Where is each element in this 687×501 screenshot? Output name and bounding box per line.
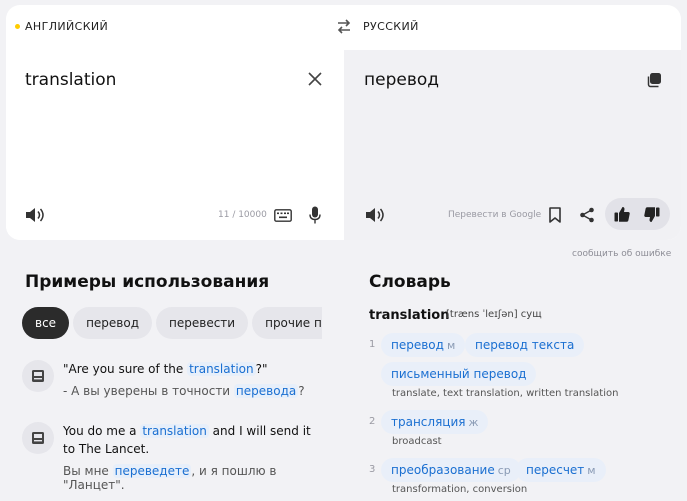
example-highlight[interactable]: translation bbox=[140, 424, 209, 438]
gender-label: м bbox=[446, 339, 456, 352]
example-english: You do me a translation and I will send … bbox=[63, 422, 325, 458]
target-pane: перевод Перевести в Google bbox=[344, 50, 681, 240]
chip-perevesti[interactable]: перевести bbox=[156, 307, 249, 339]
example-english: "Are you sure of the translation ?" bbox=[63, 360, 325, 378]
translator-card: АНГЛИЙСКИЙ РУССКИЙ translation 11 / 1000… bbox=[6, 5, 681, 240]
chip-perevod[interactable]: перевод bbox=[73, 307, 153, 339]
thumbs-down-icon bbox=[644, 207, 660, 222]
chip-all[interactable]: все bbox=[22, 307, 70, 339]
character-counter: 11 / 10000 bbox=[218, 210, 267, 220]
share-icon bbox=[580, 207, 594, 223]
translation-tag[interactable]: трансляция ж bbox=[381, 410, 489, 434]
example-highlight[interactable]: translation bbox=[187, 362, 256, 376]
language-bar: АНГЛИЙСКИЙ РУССКИЙ bbox=[6, 5, 681, 50]
sense-number: 1 bbox=[369, 339, 376, 350]
example-text: ? bbox=[298, 384, 305, 398]
translation-tag[interactable]: перевод м bbox=[381, 333, 466, 357]
translation-tag[interactable]: преобразование ср bbox=[381, 458, 521, 482]
tag-text: пересчет bbox=[526, 463, 585, 477]
translation-output: перевод bbox=[364, 70, 439, 90]
sense-number: 3 bbox=[369, 464, 376, 475]
example-russian: Вы мне переведете, и я пошлю в "Ланцет". bbox=[63, 464, 322, 492]
book-icon bbox=[32, 432, 44, 444]
gender-label: м bbox=[587, 464, 596, 477]
example-icon bbox=[22, 422, 54, 454]
example-russian: - А вы уверены в точности перевода? bbox=[63, 384, 305, 398]
example-text: "Are you sure of the bbox=[63, 362, 188, 376]
translate-in-google-link[interactable]: Перевести в Google bbox=[448, 210, 541, 220]
source-language-selector[interactable]: АНГЛИЙСКИЙ bbox=[15, 20, 108, 33]
like-button[interactable] bbox=[613, 205, 631, 223]
example-text: You do me a bbox=[63, 424, 141, 438]
copy-icon bbox=[647, 73, 661, 88]
examples-title: Примеры использования bbox=[25, 272, 270, 292]
translation-tag[interactable]: письменный перевод bbox=[381, 362, 537, 386]
gender-label: ср bbox=[497, 464, 511, 477]
chip-other[interactable]: прочие пере bbox=[252, 307, 322, 339]
sense-gloss: translate, text translation, written tra… bbox=[392, 388, 619, 399]
close-icon bbox=[308, 72, 322, 86]
keyboard-button[interactable] bbox=[273, 207, 293, 223]
example-text: - А вы уверены в точности bbox=[63, 384, 234, 398]
example-icon bbox=[22, 360, 54, 392]
detected-dot-icon bbox=[15, 23, 20, 29]
copy-button[interactable] bbox=[646, 72, 662, 88]
examples-filter-chips: всепереводперевестипрочие пере bbox=[22, 307, 322, 339]
bookmark-icon bbox=[549, 207, 561, 223]
rating-group bbox=[605, 198, 670, 230]
sense-gloss: broadcast bbox=[392, 436, 442, 447]
clear-button[interactable] bbox=[306, 70, 324, 88]
swap-languages-button[interactable] bbox=[336, 18, 352, 36]
target-language-selector[interactable]: РУССКИЙ bbox=[363, 20, 419, 33]
source-pane: translation 11 / 10000 bbox=[6, 50, 344, 240]
source-text-input[interactable]: translation bbox=[25, 70, 116, 90]
keyboard-icon bbox=[274, 208, 292, 222]
example-item: You do me a translation and I will send … bbox=[22, 422, 325, 492]
source-speaker-button[interactable] bbox=[24, 205, 46, 225]
example-text: Вы мне bbox=[63, 464, 113, 478]
transcription: [træns ˈleɪʃən] сущ bbox=[446, 309, 542, 320]
microphone-button[interactable] bbox=[306, 204, 324, 226]
gender-label: ж bbox=[468, 416, 479, 429]
book-icon bbox=[32, 370, 44, 382]
example-item: "Are you sure of the translation ?" - А в… bbox=[22, 360, 322, 408]
speaker-icon bbox=[26, 208, 44, 222]
report-error-link[interactable]: сообщить об ошибке bbox=[572, 249, 671, 259]
target-speaker-button[interactable] bbox=[364, 205, 386, 225]
example-highlight[interactable]: перевода bbox=[233, 384, 299, 398]
source-language-label: АНГЛИЙСКИЙ bbox=[25, 20, 109, 33]
sense-gloss: transformation, conversion bbox=[392, 484, 528, 495]
thumbs-up-icon bbox=[614, 207, 630, 222]
tag-text: преобразование bbox=[391, 463, 495, 477]
dislike-button[interactable] bbox=[643, 206, 661, 224]
tag-text: трансляция bbox=[391, 415, 466, 429]
example-text: ?" bbox=[255, 362, 268, 376]
share-button[interactable] bbox=[578, 205, 596, 225]
bookmark-button[interactable] bbox=[547, 205, 563, 225]
translation-tag[interactable]: перевод текста bbox=[465, 333, 585, 357]
microphone-icon bbox=[309, 206, 321, 224]
tag-text: перевод bbox=[391, 338, 444, 352]
dictionary-headword: translation bbox=[369, 308, 450, 323]
dictionary-title: Словарь bbox=[369, 272, 451, 292]
swap-icon bbox=[337, 19, 351, 34]
speaker-icon bbox=[366, 208, 384, 222]
translation-tag[interactable]: пересчет м bbox=[516, 458, 606, 482]
example-highlight[interactable]: переведете bbox=[112, 464, 192, 478]
sense-number: 2 bbox=[369, 416, 376, 427]
